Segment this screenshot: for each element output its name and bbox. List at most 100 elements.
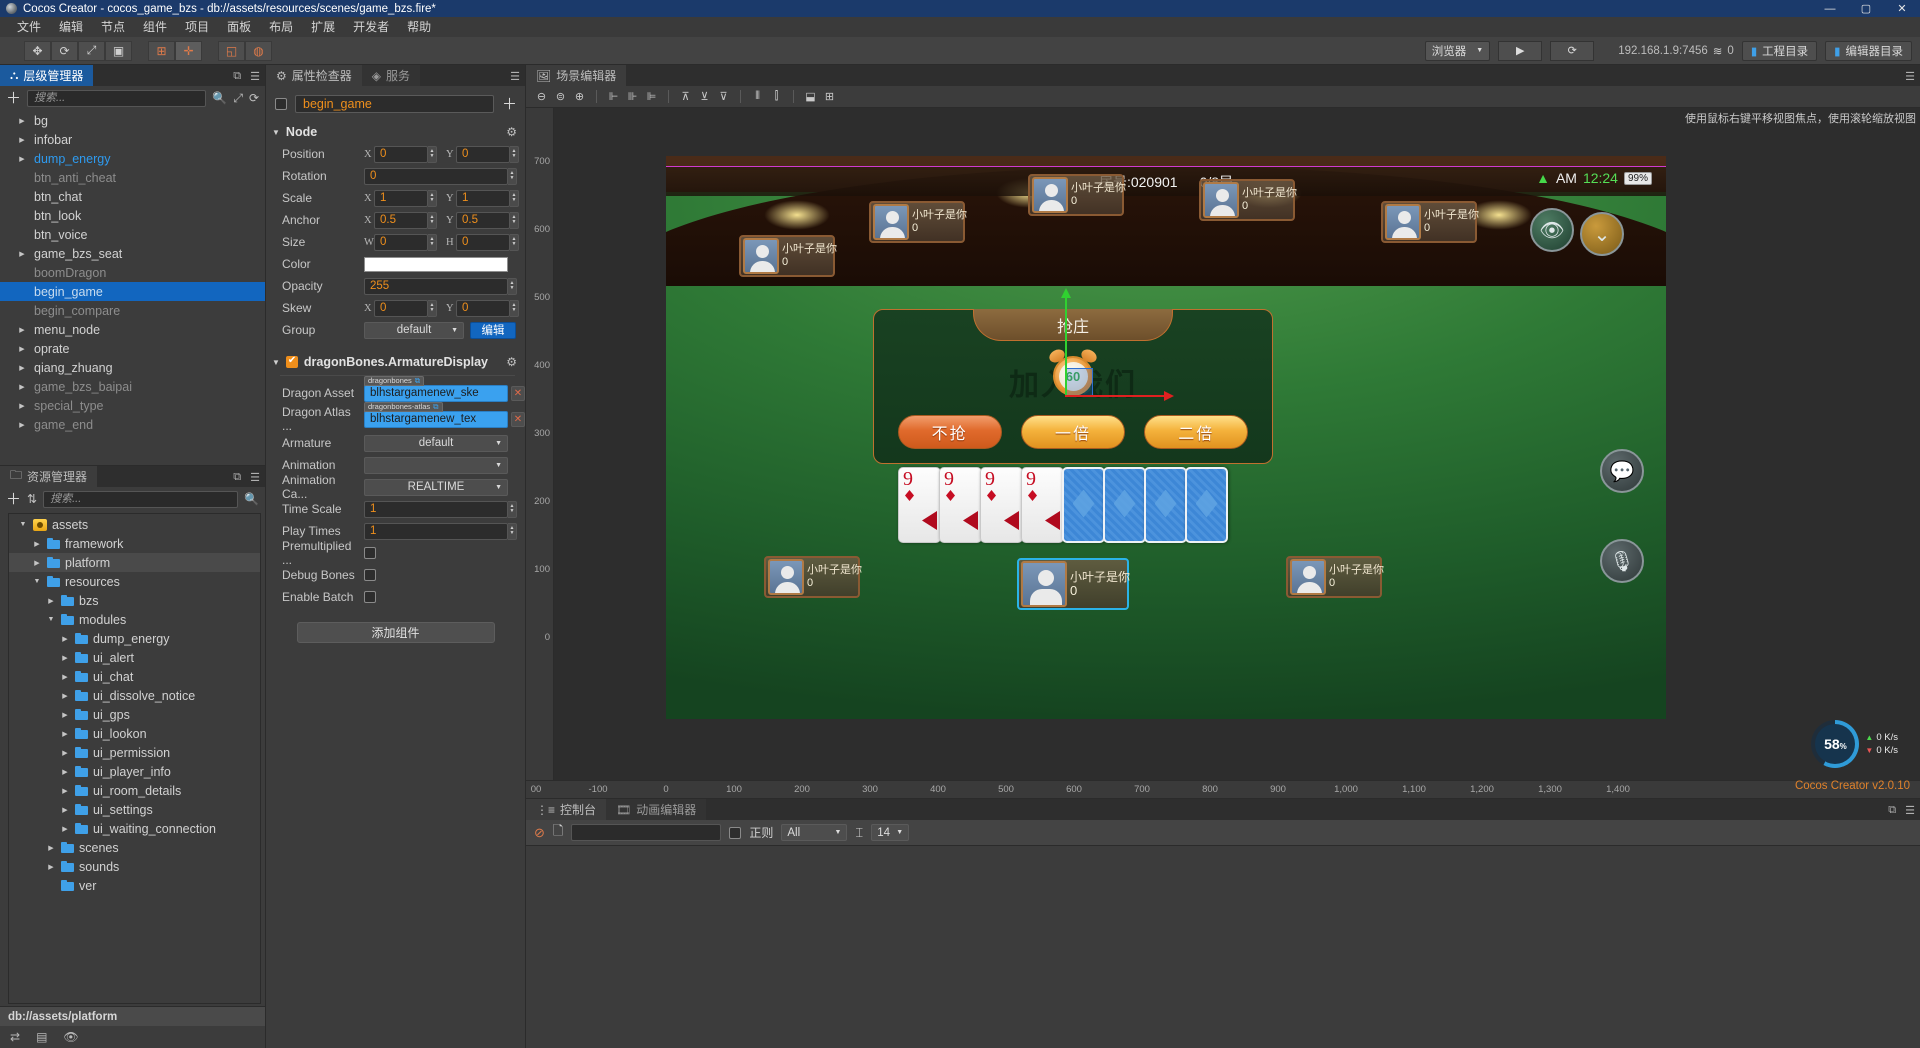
distribute-v-icon[interactable]: ⫿ xyxy=(769,89,784,104)
hierarchy-item-oprate[interactable]: ▶ oprate xyxy=(0,339,265,358)
menu-icon[interactable]: ☰ xyxy=(250,471,260,484)
eye-icon[interactable]: 👁 xyxy=(63,1030,78,1044)
create-asset-button[interactable]: ＋ xyxy=(6,492,21,507)
edit-group-button[interactable]: 编辑 xyxy=(470,321,516,339)
chevron-right-icon[interactable]: ▶ xyxy=(59,673,71,681)
move-tool-icon[interactable]: ✥ xyxy=(24,40,51,61)
number-input[interactable]: 0 xyxy=(456,299,510,317)
chevron-right-icon[interactable]: ▶ xyxy=(45,863,57,871)
project-dir-button[interactable]: ▮ 工程目录 xyxy=(1741,40,1818,61)
hierarchy-item-infobar[interactable]: ▶ infobar xyxy=(0,130,265,149)
regex-checkbox[interactable] xyxy=(729,826,742,839)
distribute-h-icon[interactable]: ⫴ xyxy=(750,89,765,104)
checkbox-field[interactable] xyxy=(364,591,376,603)
menu-icon[interactable]: ☰ xyxy=(510,70,520,83)
chevron-right-icon[interactable]: ▶ xyxy=(59,825,71,833)
sync-icon[interactable]: ⟳ xyxy=(249,91,259,105)
window-controls[interactable]: — ▢ ✕ xyxy=(1812,0,1920,17)
grid-toggle-icon[interactable]: ⊞ xyxy=(822,89,837,104)
hierarchy-item-btn_chat[interactable]: ▶btn_chat xyxy=(0,187,265,206)
hat-icon-button[interactable]: ⌄ xyxy=(1580,212,1624,256)
chevron-right-icon[interactable]: ▶ xyxy=(59,787,71,795)
number-input[interactable]: 0 xyxy=(374,145,428,163)
number-input[interactable]: 0 xyxy=(374,299,428,317)
asset-item-ui_permission[interactable]: ▶ ui_permission xyxy=(9,743,260,762)
chevron-right-icon[interactable]: ▶ xyxy=(59,635,71,643)
playing-card-face-down[interactable] xyxy=(1144,467,1187,543)
scene-viewport[interactable]: 使用鼠标右键平移视图焦点，使用滚轮缩放视图 700 600 500 400 300 200… xyxy=(526,108,1920,798)
asset-item-ui_gps[interactable]: ▶ ui_gps xyxy=(9,705,260,724)
asset-item-resources[interactable]: ▼ resources xyxy=(9,572,260,591)
number-input[interactable]: 1 xyxy=(374,189,428,207)
playing-card-face-down[interactable] xyxy=(1062,467,1105,543)
expand-icon[interactable]: ⤢ xyxy=(233,91,243,106)
stepper-arrows[interactable]: ▲ ▼ xyxy=(508,277,517,295)
stepper-arrows[interactable]: ▲ ▼ xyxy=(510,145,519,163)
chevron-right-icon[interactable]: ▶ xyxy=(16,250,28,258)
chevron-right-icon[interactable]: ▶ xyxy=(16,136,28,144)
asset-item-ui_lookon[interactable]: ▶ ui_lookon xyxy=(9,724,260,743)
bid-button-不抢[interactable]: 不抢 xyxy=(897,415,1002,449)
coord-local-icon[interactable]: ◱ xyxy=(218,40,245,61)
hierarchy-item-game_bzs_baipai[interactable]: ▶ game_bzs_baipai xyxy=(0,377,265,396)
menu-item-project[interactable]: 项目 xyxy=(176,17,218,37)
tab-hierarchy[interactable]: ⛬ 层级管理器 xyxy=(0,65,94,86)
node-name-input[interactable]: begin_game xyxy=(295,94,494,113)
chevron-right-icon[interactable]: ▶ xyxy=(16,364,28,372)
component-section-header[interactable]: ▼ dragonBones.ArmatureDisplay ⚙ xyxy=(266,351,525,373)
component-enabled-checkbox[interactable] xyxy=(285,355,298,368)
number-input[interactable]: 0 xyxy=(456,233,510,251)
assets-tree[interactable]: ▼ assets ▶ framework ▶ platform ▼ resources ▶ bzs… xyxy=(8,513,261,1004)
select-field[interactable]: REALTIME ▼ xyxy=(364,478,508,496)
hierarchy-item-begin_compare[interactable]: ▶begin_compare xyxy=(0,301,265,320)
menu-item-help[interactable]: 帮助 xyxy=(398,17,440,37)
asset-item-bzs[interactable]: ▶ bzs xyxy=(9,591,260,610)
tab-animation-editor[interactable]: 🎞 动画编辑器 xyxy=(606,799,707,820)
layers-icon[interactable]: ▤ xyxy=(36,1030,47,1044)
pivot-local-icon[interactable]: ✛ xyxy=(175,40,202,61)
player-seat[interactable]: 小叶子是你 0 xyxy=(764,556,862,598)
tab-assets[interactable]: 🗀 资源管理器 xyxy=(0,466,98,487)
chevron-right-icon[interactable]: ▶ xyxy=(59,768,71,776)
add-node-component-button[interactable]: ＋ xyxy=(502,93,517,114)
asset-item-platform[interactable]: ▶ platform xyxy=(9,553,260,572)
menu-item-developer[interactable]: 开发者 xyxy=(344,17,398,37)
chevron-down-icon[interactable]: ▼ xyxy=(45,616,57,623)
eye-icon-button[interactable]: 👁 xyxy=(1530,208,1574,252)
player-seat[interactable]: 小叶子是你 0 xyxy=(1286,556,1384,598)
refresh-preview-button[interactable]: ⟳ xyxy=(1550,40,1595,61)
asset-item-assets[interactable]: ▼ assets xyxy=(9,515,260,534)
hierarchy-item-dump_energy[interactable]: ▶ dump_energy xyxy=(0,149,265,168)
hierarchy-item-begin_game[interactable]: ▶begin_game xyxy=(0,282,265,301)
node-enabled-checkbox[interactable] xyxy=(275,97,287,110)
menu-item-file[interactable]: 文件 xyxy=(8,17,50,37)
align-bottom-icon[interactable]: ⊽ xyxy=(716,89,731,104)
asset-item-ui_room_details[interactable]: ▶ ui_room_details xyxy=(9,781,260,800)
player-seat[interactable]: 小叶子是你 0 xyxy=(869,201,967,243)
stepper-arrows[interactable]: ▲ ▼ xyxy=(428,189,437,207)
tab-scene-editor[interactable]: 🖼 场景编辑器 xyxy=(526,65,627,86)
asset-item-framework[interactable]: ▶ framework xyxy=(9,534,260,553)
menu-item-layout[interactable]: 布局 xyxy=(260,17,302,37)
number-input[interactable]: 0 xyxy=(374,233,428,251)
pivot-center-icon[interactable]: ⊞ xyxy=(148,40,175,61)
assets-search-input[interactable]: 搜索... xyxy=(43,490,239,508)
search-icon[interactable]: 🔍 xyxy=(244,492,259,506)
align-right-icon[interactable]: ⊫ xyxy=(644,89,659,104)
stepper-arrows[interactable]: ▲ ▼ xyxy=(428,233,437,251)
hierarchy-item-qiang_zhuang[interactable]: ▶ qiang_zhuang xyxy=(0,358,265,377)
bid-button-二倍[interactable]: 二倍 xyxy=(1144,415,1249,449)
player-seat[interactable]: 小叶子是你 0 xyxy=(1199,179,1297,221)
chevron-down-icon[interactable]: ▼ xyxy=(31,578,43,585)
text-size-icon[interactable]: ⌶ xyxy=(855,825,863,841)
mic-icon-button[interactable]: 🎙 xyxy=(1600,539,1644,583)
number-input[interactable]: 1 xyxy=(364,500,508,518)
chevron-right-icon[interactable]: ▶ xyxy=(59,692,71,700)
chevron-right-icon[interactable]: ▶ xyxy=(45,597,57,605)
select-field[interactable]: default ▼ xyxy=(364,434,508,452)
chevron-right-icon[interactable]: ▶ xyxy=(16,383,28,391)
stepper-arrows[interactable]: ▲ ▼ xyxy=(510,211,519,229)
number-input[interactable]: 0.5 xyxy=(456,211,510,229)
stepper-arrows[interactable]: ▲ ▼ xyxy=(508,500,517,518)
asset-item-ui_dissolve_notice[interactable]: ▶ ui_dissolve_notice xyxy=(9,686,260,705)
